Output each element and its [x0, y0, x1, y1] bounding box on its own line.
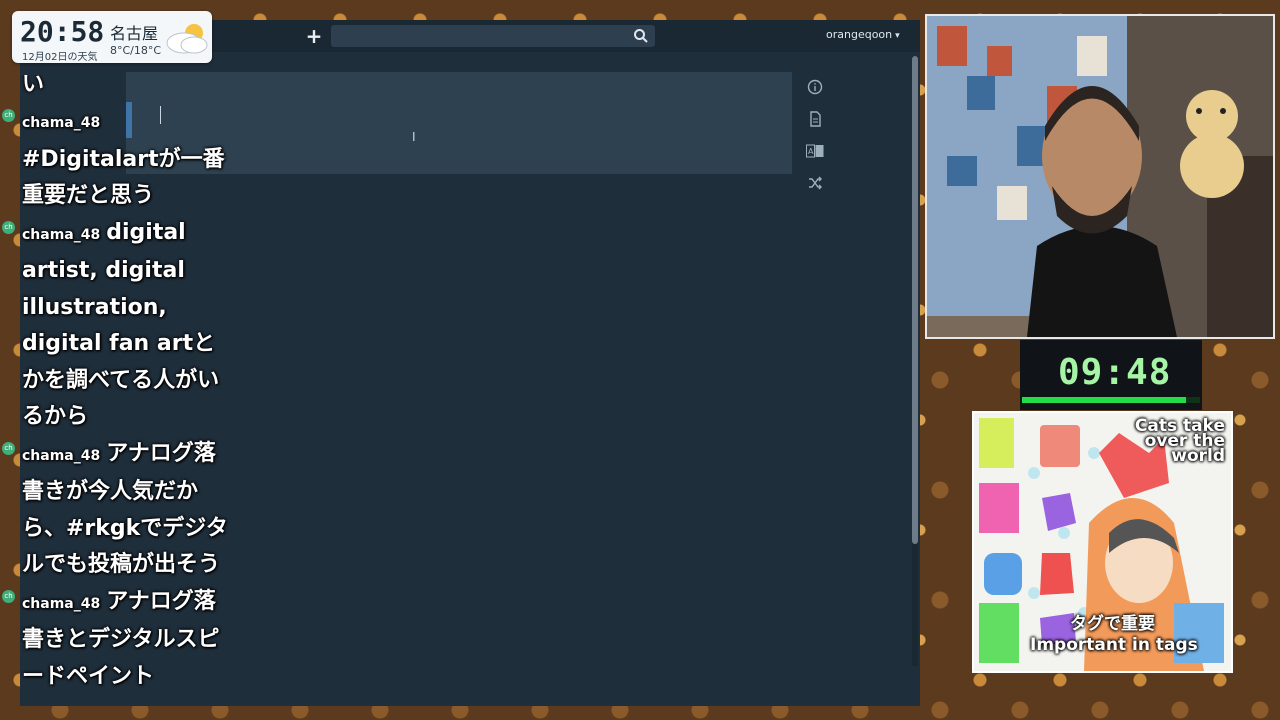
clock-weather-widget: 20:58 12月02日の天気 名古屋 8°C/18°C: [12, 11, 212, 63]
cloudy-sun-icon: [166, 24, 208, 54]
chat-message: ch chama_48 アナログ落書きが今人気だから、#rkgkでデジタルでも投稿…: [0, 436, 240, 584]
user-menu[interactable]: orangeqoon ▾: [826, 28, 900, 41]
chat-partial-line: い: [22, 75, 45, 97]
search-input[interactable]: [331, 25, 637, 47]
weather-temperature: 8°C/18°C: [110, 44, 162, 57]
webcam-feed: [925, 14, 1275, 339]
chat-badge-icon: ch: [2, 109, 15, 122]
timer-progress-bar: [1022, 397, 1200, 403]
webcam-image: [927, 16, 1273, 337]
chat-badge-icon: ch: [2, 220, 15, 234]
art-tag-english: Important in tags: [1030, 635, 1198, 655]
chat-text: digital artist, digital illustration, di…: [22, 219, 220, 430]
svg-text:A: A: [808, 147, 814, 156]
search-box[interactable]: [331, 25, 655, 47]
chat-username: chama_48: [22, 115, 101, 131]
chat-message: ch chama_48 digital artist, digital illus…: [0, 215, 240, 436]
document-icon[interactable]: [804, 108, 826, 130]
user-name: orangeqoon: [826, 28, 893, 41]
chat-username: chama_48: [22, 447, 101, 464]
clock-time: 20:58: [20, 15, 105, 48]
translate-icon[interactable]: A: [804, 140, 826, 162]
clock-date: 12月02日の天気: [22, 52, 98, 63]
art-tag-japanese: タグで重要: [1070, 614, 1155, 634]
shuffle-icon[interactable]: [804, 172, 826, 194]
scrollbar[interactable]: [912, 56, 918, 666]
weather-city: 名古屋: [110, 24, 159, 43]
info-icon[interactable]: [804, 76, 826, 98]
chat-badge-icon: ch: [2, 441, 15, 455]
art-card: Cats take over the world タグで重要 Important…: [972, 411, 1233, 673]
chat-username: chama_48: [22, 226, 101, 243]
chat-overlay: い ch chama_48 #Digitalartが一番重要だと思う ch cha…: [0, 75, 240, 720]
chat-message: ch chama_48 アナログ落書きとデジタルスピードペイント: [0, 584, 240, 696]
chat-badge-icon: ch: [2, 589, 15, 603]
add-tab-button[interactable]: +: [304, 24, 324, 48]
chat-text: #Digitalartが一番重要だと思う: [22, 146, 225, 209]
chevron-down-icon: ▾: [895, 31, 900, 41]
timer-panel: 09:48: [1020, 340, 1202, 410]
timer-display: 09:48: [1058, 352, 1172, 393]
chat-username: chama_48: [22, 595, 101, 612]
search-icon[interactable]: [633, 28, 649, 44]
ibeam-cursor-icon: I: [412, 130, 416, 144]
scrollbar-thumb[interactable]: [912, 56, 918, 544]
chat-message: ch chama_48 #Digitalartが一番重要だと思う: [0, 103, 240, 215]
timer-progress-fill: [1022, 397, 1186, 403]
art-title: Cats take over the world: [1134, 416, 1225, 466]
